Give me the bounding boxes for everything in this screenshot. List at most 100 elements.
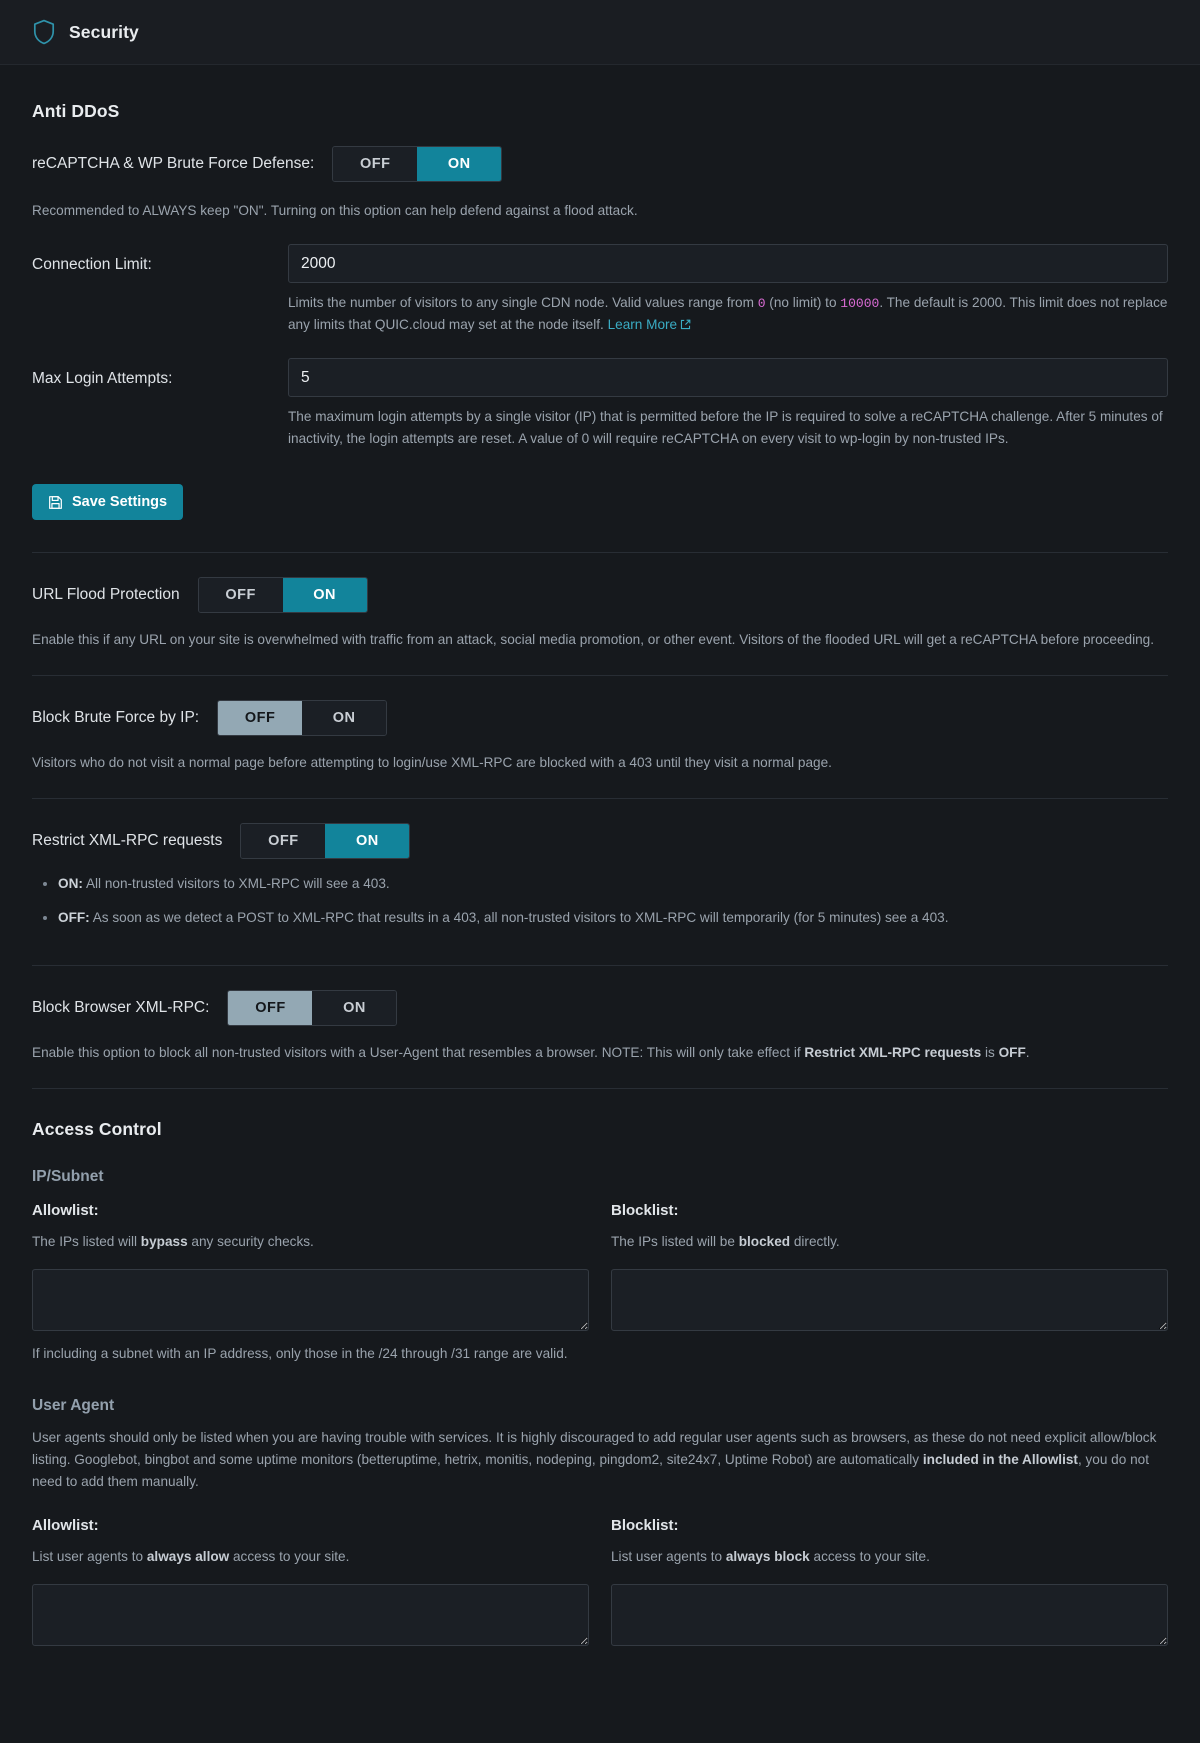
max-login-attempts-label: Max Login Attempts: [32,370,173,388]
helper-bold-always-block: always block [725,1548,810,1564]
url-flood-label: URL Flood Protection [32,586,180,604]
block-browser-xmlrpc-toggle[interactable]: OFF ON [227,989,398,1026]
external-link-icon [681,319,691,330]
max-login-attempts-input[interactable] [288,358,1168,398]
recaptcha-toggle-on[interactable]: ON [417,147,502,181]
divider [32,1087,1168,1089]
section-heading-access-control: Access Control [32,1118,162,1139]
url-flood-setting: URL Flood Protection OFF ON Enable this … [32,553,1168,675]
block-brute-force-helper: Visitors who do not visit a normal page … [32,755,832,771]
block-browser-xmlrpc-toggle-off[interactable]: OFF [228,990,313,1025]
url-flood-helper: Enable this if any URL on your site is o… [32,632,1155,648]
recaptcha-toggle-off[interactable]: OFF [333,147,418,181]
max-login-attempts-helper: The maximum login attempts by a single v… [288,409,1163,447]
helper-bold-restrict: Restrict XML-RPC requests [804,1044,982,1060]
helper-part-2: access to your site. [229,1548,350,1564]
connection-limit-label: Connection Limit: [32,256,152,274]
connection-limit-input[interactable] [288,244,1168,284]
sub-heading-ip-subnet: IP/Subnet [32,1167,104,1185]
save-icon [48,495,63,510]
page-content: Anti DDoS reCAPTCHA & WP Brute Force Def… [0,101,1200,1646]
restrict-xmlrpc-toggle-on[interactable]: ON [325,824,410,859]
url-flood-toggle[interactable]: OFF ON [197,577,368,614]
url-flood-toggle-off[interactable]: OFF [198,578,283,613]
list-item: OFF: As soon as we detect a POST to XML-… [58,907,1168,929]
block-brute-force-row: Block Brute Force by IP: OFF ON [32,700,1168,737]
url-flood-row: URL Flood Protection OFF ON [32,577,1168,614]
ip-blocklist-helper: The IPs listed will be blocked directly. [611,1231,1168,1253]
ip-blocklist-label: Blocklist: [611,1201,679,1219]
helper-part-2: directly. [790,1233,840,1249]
recaptcha-toggle[interactable]: OFF ON [332,146,503,182]
helper-bold-allowlist: included in the Allowlist [922,1451,1078,1467]
restrict-xmlrpc-row: Restrict XML-RPC requests OFF ON [32,823,1168,860]
connection-limit-min: 0 [757,296,766,312]
helper-bold-off: OFF [998,1044,1026,1060]
helper-part-3: . [1025,1044,1030,1060]
helper-part-1: The IPs listed will [32,1233,141,1249]
helper-bold-always-allow: always allow [146,1548,230,1564]
sub-heading-user-agent: User Agent [32,1396,115,1414]
restrict-xmlrpc-toggle[interactable]: OFF ON [240,823,411,860]
rule-term: ON: [58,876,83,892]
rule-text: As soon as we detect a POST to XML-RPC t… [89,909,949,925]
block-browser-xmlrpc-setting: Block Browser XML-RPC: OFF ON Enable thi… [32,966,1168,1088]
block-browser-xmlrpc-label: Block Browser XML-RPC: [32,998,210,1016]
block-brute-force-toggle-off[interactable]: OFF [218,701,303,736]
block-brute-force-toggle-on[interactable]: ON [302,701,387,736]
ip-allowlist-helper: The IPs listed will bypass any security … [32,1231,589,1253]
ua-allowlist-textarea[interactable] [32,1583,589,1646]
block-brute-force-label: Block Brute Force by IP: [32,709,200,727]
block-browser-xmlrpc-helper: Enable this option to block all non-trus… [32,1042,1168,1064]
recaptcha-row: reCAPTCHA & WP Brute Force Defense: OFF … [32,146,1168,182]
save-settings-label: Save Settings [72,494,168,511]
ip-blocklist-column: Blocklist: The IPs listed will be blocke… [611,1202,1168,1331]
ua-allowlist-column: Allowlist: List user agents to always al… [32,1517,589,1646]
block-brute-force-toggle[interactable]: OFF ON [217,700,388,737]
restrict-xmlrpc-toggle-off[interactable]: OFF [241,824,326,859]
ip-blocklist-textarea[interactable] [611,1268,1168,1331]
block-brute-force-setting: Block Brute Force by IP: OFF ON Visitors… [32,676,1168,798]
max-login-attempts-setting: Max Login Attempts: The maximum login at… [32,358,1168,450]
shield-icon [32,19,56,45]
section-heading-anti-ddos: Anti DDoS [32,101,120,121]
restrict-xmlrpc-rule-list: ON: All non-trusted visitors to XML-RPC … [32,873,1168,929]
ip-subnet-columns: Allowlist: The IPs listed will bypass an… [32,1202,1168,1331]
helper-part-1: The IPs listed will be [611,1233,739,1249]
helper-part-1: List user agents to [611,1548,726,1564]
connection-limit-setting: Connection Limit: Limits the number of v… [32,244,1168,336]
recaptcha-helper: Recommended to ALWAYS keep "ON". Turning… [32,203,638,218]
ua-allowlist-label: Allowlist: [32,1516,99,1534]
learn-more-label: Learn More [607,317,678,333]
connection-limit-helper: Limits the number of visitors to any sin… [288,292,1168,336]
save-settings-button[interactable]: Save Settings [32,484,184,521]
connection-limit-helper-part-1: Limits the number of visitors to any sin… [288,295,758,311]
helper-bold-bypass: bypass [140,1233,188,1249]
helper-bold-blocked: blocked [738,1233,791,1249]
connection-limit-helper-part-2: (no limit) to [765,295,841,311]
connection-limit-max: 10000 [840,296,880,312]
helper-part-2: access to your site. [809,1548,930,1564]
ip-allowlist-column: Allowlist: The IPs listed will bypass an… [32,1202,589,1331]
ip-allowlist-label: Allowlist: [32,1201,99,1219]
url-flood-toggle-on[interactable]: ON [282,578,367,613]
recaptcha-label: reCAPTCHA & WP Brute Force Defense: [32,155,315,172]
helper-part-2: any security checks. [187,1233,314,1249]
page-header: Security [0,0,1200,65]
rule-text: All non-trusted visitors to XML-RPC will… [82,876,390,892]
ua-blocklist-column: Blocklist: List user agents to always bl… [611,1517,1168,1646]
ip-allowlist-textarea[interactable] [32,1268,589,1331]
helper-part-2: is [981,1044,999,1060]
ua-blocklist-textarea[interactable] [611,1583,1168,1646]
block-browser-xmlrpc-toggle-on[interactable]: ON [312,990,397,1025]
ua-allowlist-helper: List user agents to always allow access … [32,1546,589,1568]
page-title: Security [69,21,139,42]
list-item: ON: All non-trusted visitors to XML-RPC … [58,873,1168,895]
ua-blocklist-helper: List user agents to always block access … [611,1546,1168,1568]
recaptcha-setting: reCAPTCHA & WP Brute Force Defense: OFF … [32,122,1168,222]
restrict-xmlrpc-setting: Restrict XML-RPC requests OFF ON ON: All… [32,799,1168,965]
user-agent-columns: Allowlist: List user agents to always al… [32,1517,1168,1646]
helper-part-1: List user agents to [32,1548,147,1564]
learn-more-link[interactable]: Learn More [608,317,692,332]
ua-blocklist-label: Blocklist: [611,1516,679,1534]
